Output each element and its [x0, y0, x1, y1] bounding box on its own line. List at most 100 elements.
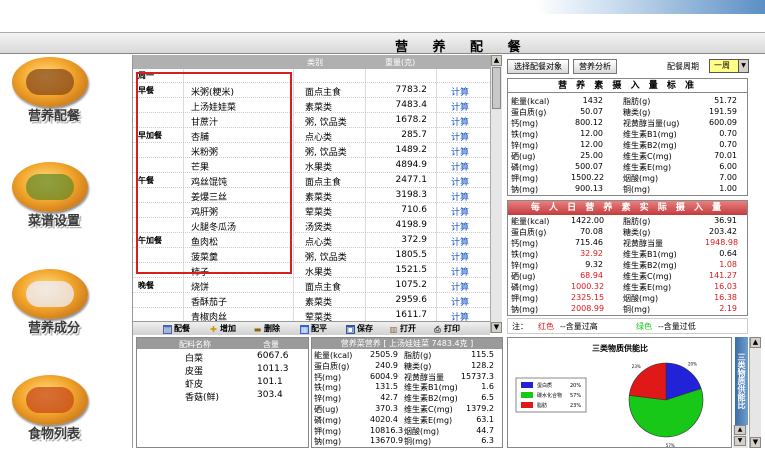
nutrient-value: 6.5: [481, 393, 494, 403]
add-button[interactable]: ✚ 增加: [209, 323, 236, 334]
nutrient-value: 600.09: [709, 118, 737, 127]
legend-name: 脂肪: [537, 402, 547, 409]
calculate-link[interactable]: 计算: [451, 265, 469, 278]
standard-row: 磷(mg) 500.07 维生素E(mg) 6.00: [511, 162, 747, 173]
sidebar-item-food-list[interactable]: 食物列表: [0, 373, 133, 463]
chevron-down-icon[interactable]: ▼: [738, 59, 749, 73]
nutrient-value: 240.9: [375, 360, 398, 370]
nutrient-name: 蛋白质(g): [511, 228, 547, 237]
nutrient-value: 70.01: [714, 151, 737, 160]
nutrient-name: 脂肪(g): [623, 217, 651, 226]
sidebar-item-recipe-settings[interactable]: 菜谱设置: [0, 160, 133, 250]
nutrient-name: 维生素B1(mg): [623, 130, 677, 139]
calculate-link[interactable]: 计算: [451, 280, 469, 293]
scroll-up-arrow-icon[interactable]: ▲: [750, 337, 761, 348]
dish-nutrition-title: 营养菜营养 [ 上汤娃娃菜 7483.4克 ]: [312, 338, 502, 349]
calculate-link[interactable]: 计算: [451, 85, 469, 98]
print-button[interactable]: ⎙ 打印: [433, 323, 460, 334]
slice-label: 23%: [632, 364, 641, 369]
nutrient-name: 铜(mg): [623, 185, 651, 194]
sidebar: 营养配餐 菜谱设置 营养成分 食物列表: [0, 55, 133, 448]
legend-value: 23%: [570, 403, 581, 409]
nutrient-name: 硒(ug): [314, 405, 339, 414]
chevron-up-icon[interactable]: ▲: [734, 425, 746, 435]
dish-category: 素菜类: [305, 103, 333, 113]
nutrient-name: 视黄醇当量: [623, 239, 663, 248]
select-target-button[interactable]: 选择配餐对象: [507, 59, 569, 74]
nutrient-row: 钙(mg) 6004.9 视黄醇当量 15737.3: [314, 372, 502, 383]
nutrient-name: 维生素B2(mg): [623, 141, 677, 150]
sidebar-item-meal-planning[interactable]: 营养配餐: [0, 55, 133, 145]
calculate-link[interactable]: 计算: [451, 295, 469, 308]
table-row: 香酥茄子 素菜类 2959.6 计算: [133, 293, 490, 308]
dish-category: 汤煲类: [305, 223, 333, 233]
nutrient-name: 脂肪(g): [623, 97, 651, 106]
calculate-link[interactable]: 计算: [451, 100, 469, 113]
nutrient-value: 6.00: [719, 162, 737, 171]
nutrient-name: 糖类(g): [404, 361, 432, 371]
actual-row: 钠(mg) 2008.99 铜(mg) 2.19: [511, 304, 747, 315]
top-banner: [0, 0, 765, 32]
nutrient-name: 蛋白质(g): [314, 361, 350, 371]
dish-category: 点心类: [305, 133, 333, 143]
nutrient-name: 蛋白质(g): [511, 108, 547, 117]
calculate-link[interactable]: 计算: [451, 205, 469, 218]
nutrient-name: 锌(mg): [511, 261, 539, 270]
nutrient-value: 63.1: [476, 414, 494, 424]
tab-scroll[interactable]: ▲ ▼: [733, 425, 748, 448]
calculate-link[interactable]: 计算: [451, 250, 469, 263]
nutrient-value: 50.07: [580, 107, 603, 116]
calculate-link[interactable]: 计算: [451, 130, 469, 143]
sidebar-item-label: 食物列表: [27, 427, 80, 442]
right-scrollbar[interactable]: ▲ ▼: [749, 337, 761, 448]
chevron-down-icon[interactable]: ▼: [734, 436, 746, 446]
grid-header-weight: 重量(克): [385, 58, 416, 67]
nutrient-name: 钙(mg): [511, 239, 539, 248]
analysis-button[interactable]: 营养分析: [573, 59, 617, 74]
nutrient-value: 4020.4: [370, 414, 398, 424]
meal-icon: ▤: [163, 325, 172, 334]
ingredient-amount: 1011.3: [257, 364, 289, 374]
standard-intake-title: 营 养 素 摄 入 量 标 准: [508, 79, 747, 93]
sidebar-item-nutrition[interactable]: 营养成分: [0, 267, 133, 357]
nutrient-value: 32.92: [580, 249, 603, 258]
legend-swatch: [521, 392, 533, 398]
calculate-link[interactable]: 计算: [451, 310, 469, 321]
nutrient-value: 131.5: [375, 382, 398, 392]
nutrient-name: 维生素E(mg): [404, 415, 453, 425]
balance-button[interactable]: ▦ 配平: [300, 323, 327, 334]
nutrient-row: 钾(mg) 10816.3 烟酸(mg) 44.7: [314, 426, 502, 437]
period-select[interactable]: 一周 ▼: [709, 59, 749, 73]
open-button[interactable]: ▥ 打开: [389, 323, 416, 334]
sidebar-item-label: 营养配餐: [27, 109, 80, 124]
delete-button[interactable]: ▬ 删除: [253, 323, 280, 334]
dish-category: 粥, 饮品类: [305, 118, 347, 128]
scroll-thumb[interactable]: [492, 67, 501, 109]
calculate-link[interactable]: 计算: [451, 145, 469, 158]
save-button[interactable]: ▣ 保存: [346, 323, 373, 334]
dish-name: 烧饼: [191, 283, 210, 293]
delete-icon: ▬: [253, 325, 262, 334]
calculate-link[interactable]: 计算: [451, 190, 469, 203]
dish-weight: 1521.5: [395, 265, 428, 275]
scroll-up-arrow-icon[interactable]: ▲: [491, 55, 502, 66]
nutrient-value: 0.64: [719, 249, 737, 258]
legend-swatch: [521, 382, 533, 388]
calculate-link[interactable]: 计算: [451, 235, 469, 248]
calculate-link[interactable]: 计算: [451, 115, 469, 128]
calculate-link[interactable]: 计算: [451, 175, 469, 188]
legend-red-desc: --含量过高: [560, 322, 598, 331]
ingredient-row: 香菇(鲜) 303.4: [137, 389, 308, 403]
grid-scrollbar[interactable]: ▲ ▼: [490, 55, 502, 333]
scroll-down-arrow-icon[interactable]: ▼: [491, 322, 502, 333]
side-tab[interactable]: 三类物质供能比: [735, 337, 748, 425]
nutrient-value: 370.3: [375, 404, 398, 413]
nutrient-value: 0.70: [719, 140, 737, 149]
meal-button[interactable]: ▤ 配餐: [163, 323, 190, 334]
title-bar: 营 养 配 餐: [0, 32, 765, 55]
scroll-down-arrow-icon[interactable]: ▼: [750, 437, 761, 448]
legend-name: 碳水化合物: [537, 392, 562, 399]
calculate-link[interactable]: 计算: [451, 220, 469, 233]
save-icon: ▣: [346, 325, 355, 334]
calculate-link[interactable]: 计算: [451, 160, 469, 173]
